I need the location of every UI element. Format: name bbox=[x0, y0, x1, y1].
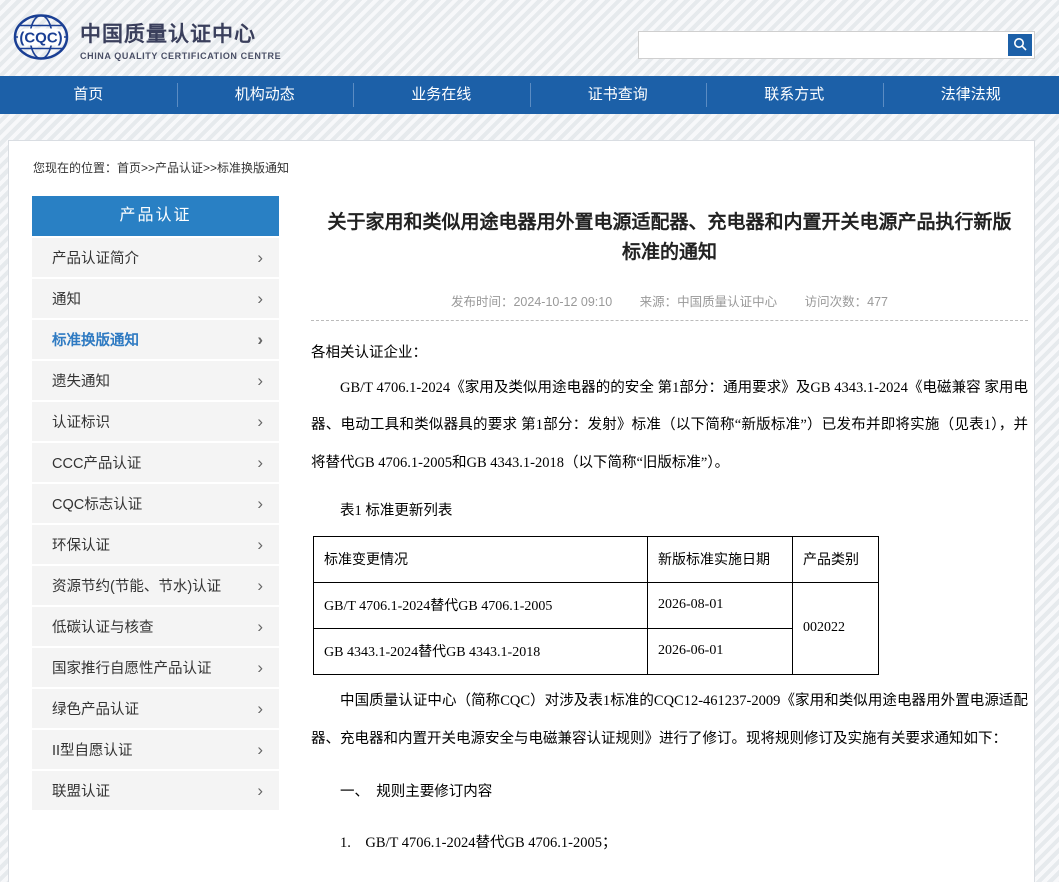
chevron-right-icon: › bbox=[257, 741, 263, 758]
sidebar-item-low-carbon[interactable]: 低碳认证与核查 › bbox=[32, 605, 279, 646]
sidebar-item-environmental[interactable]: 环保认证 › bbox=[32, 523, 279, 564]
sidebar-item-label: 认证标识 bbox=[52, 411, 110, 432]
page-title: 关于家用和类似用途电器用外置电源适配器、充电器和内置开关电源产品执行新版标准的通… bbox=[320, 208, 1020, 269]
sidebar-item-label: 绿色产品认证 bbox=[52, 698, 139, 719]
sidebar-item-certification-mark[interactable]: 认证标识 › bbox=[32, 400, 279, 441]
search-input[interactable] bbox=[643, 32, 1003, 58]
nav-item-certificate-query[interactable]: 证书查询 bbox=[530, 76, 707, 114]
section-heading-1: 一、 规则主要修订内容 bbox=[311, 780, 1028, 801]
chevron-right-icon: › bbox=[257, 782, 263, 799]
sidebar-item-label: CQC标志认证 bbox=[52, 493, 142, 514]
sidebar-item-label: CCC产品认证 bbox=[52, 452, 141, 473]
sidebar-item-label: 标准换版通知 bbox=[52, 329, 139, 350]
logo-name-cn: 中国质量认证中心 bbox=[80, 18, 281, 48]
cell-date: 2026-08-01 bbox=[648, 582, 793, 628]
sidebar-item-label: 遗失通知 bbox=[52, 370, 110, 391]
table-caption: 表1 标准更新列表 bbox=[311, 499, 1028, 520]
sidebar-item-ccc[interactable]: CCC产品认证 › bbox=[32, 441, 279, 482]
paragraph-standards-release: GB/T 4706.1-2024《家用及类似用途电器的的安全 第1部分：通用要求… bbox=[311, 370, 1028, 483]
chevron-right-icon: › bbox=[257, 290, 263, 307]
table-row: GB/T 4706.1-2024替代GB 4706.1-2005 2026-08… bbox=[314, 582, 879, 628]
header-product-category: 产品类别 bbox=[793, 536, 879, 582]
sidebar-item-type2-voluntary[interactable]: II型自愿认证 › bbox=[32, 728, 279, 769]
breadcrumb: 您现在的位置：首页>>产品认证>>标准换版通知 bbox=[33, 159, 1034, 176]
visit-count: 访问次数：477 bbox=[805, 295, 888, 309]
search-icon bbox=[1013, 37, 1027, 54]
cell-product-category: 002022 bbox=[793, 582, 879, 674]
chevron-right-icon: › bbox=[257, 372, 263, 389]
cqc-globe-icon: (CQC) bbox=[12, 13, 70, 66]
nav-item-contact[interactable]: 联系方式 bbox=[706, 76, 883, 114]
header-implementation-date: 新版标准实施日期 bbox=[648, 536, 793, 582]
header-standard-change: 标准变更情况 bbox=[314, 536, 648, 582]
article-source: 来源：中国质量认证中心 bbox=[640, 295, 778, 309]
table-header-row: 标准变更情况 新版标准实施日期 产品类别 bbox=[314, 536, 879, 582]
sidebar-item-label: 产品认证简介 bbox=[52, 247, 139, 268]
sidebar-item-label: II型自愿认证 bbox=[52, 739, 133, 760]
cell-standard-change: GB/T 4706.1-2024替代GB 4706.1-2005 bbox=[314, 582, 648, 628]
nav-item-online-business[interactable]: 业务在线 bbox=[353, 76, 530, 114]
chevron-right-icon: › bbox=[257, 700, 263, 717]
cell-date: 2026-06-01 bbox=[648, 628, 793, 674]
article-area: 关于家用和类似用途电器用外置电源适配器、充电器和内置开关电源产品执行新版标准的通… bbox=[279, 196, 1034, 882]
sidebar-item-label: 联盟认证 bbox=[52, 780, 110, 801]
sidebar-item-intro[interactable]: 产品认证简介 › bbox=[32, 236, 279, 277]
sidebar-title: 产品认证 bbox=[32, 196, 279, 236]
salutation: 各相关认证企业： bbox=[311, 341, 1028, 362]
chevron-right-icon: › bbox=[257, 495, 263, 512]
article-body: 各相关认证企业： GB/T 4706.1-2024《家用及类似用途电器的的安全 … bbox=[311, 341, 1028, 882]
site-logo[interactable]: (CQC) 中国质量认证中心 CHINA QUALITY CERTIFICATI… bbox=[12, 13, 281, 66]
chevron-right-icon: › bbox=[257, 577, 263, 594]
sidebar-item-resource-saving[interactable]: 资源节约(节能、节水)认证 › bbox=[32, 564, 279, 605]
sidebar-item-loss-notice[interactable]: 遗失通知 › bbox=[32, 359, 279, 400]
main-nav: 首页 机构动态 业务在线 证书查询 联系方式 法律法规 bbox=[0, 76, 1059, 114]
sidebar-item-standard-change-notice[interactable]: 标准换版通知 › bbox=[32, 318, 279, 359]
sidebar-item-label: 环保认证 bbox=[52, 534, 110, 555]
article-meta: 发布时间：2024-10-12 09:10 来源：中国质量认证中心 访问次数：4… bbox=[311, 291, 1028, 321]
paragraph-rule-revision: 中国质量认证中心（简称CQC）对涉及表1标准的CQC12-461237-2009… bbox=[311, 683, 1028, 758]
logo-name-en: CHINA QUALITY CERTIFICATION CENTRE bbox=[80, 51, 281, 61]
sidebar-item-cqc-mark[interactable]: CQC标志认证 › bbox=[32, 482, 279, 523]
sidebar-item-label: 国家推行自愿性产品认证 bbox=[52, 657, 212, 678]
chevron-right-icon: › bbox=[257, 331, 263, 348]
chevron-right-icon: › bbox=[257, 454, 263, 471]
nav-item-home[interactable]: 首页 bbox=[0, 76, 177, 114]
sidebar-item-national-voluntary[interactable]: 国家推行自愿性产品认证 › bbox=[32, 646, 279, 687]
search-button[interactable] bbox=[1008, 34, 1032, 56]
logo-names: 中国质量认证中心 CHINA QUALITY CERTIFICATION CEN… bbox=[80, 18, 281, 61]
cell-standard-change: GB 4343.1-2024替代GB 4343.1-2018 bbox=[314, 628, 648, 674]
chevron-right-icon: › bbox=[257, 249, 263, 266]
chevron-right-icon: › bbox=[257, 618, 263, 635]
search-box bbox=[638, 31, 1035, 59]
sidebar-product-certification: 产品认证 产品认证简介 › 通知 › 标准换版通知 › 遗失通知 › 认证标识 … bbox=[32, 196, 279, 882]
svg-text:(CQC): (CQC) bbox=[19, 30, 62, 47]
chevron-right-icon: › bbox=[257, 659, 263, 676]
standards-update-table: 标准变更情况 新版标准实施日期 产品类别 GB/T 4706.1-2024替代G… bbox=[313, 536, 879, 675]
chevron-right-icon: › bbox=[257, 413, 263, 430]
nav-item-laws[interactable]: 法律法规 bbox=[883, 76, 1059, 114]
sidebar-item-label: 通知 bbox=[52, 288, 81, 309]
list-item-1: 1. GB/T 4706.1-2024替代GB 4706.1-2005； bbox=[311, 831, 1028, 852]
sidebar-item-label: 资源节约(节能、节水)认证 bbox=[52, 575, 221, 596]
content-panel: 您现在的位置：首页>>产品认证>>标准换版通知 产品认证 产品认证简介 › 通知… bbox=[8, 140, 1035, 882]
sidebar-item-alliance[interactable]: 联盟认证 › bbox=[32, 769, 279, 810]
sidebar-item-notice[interactable]: 通知 › bbox=[32, 277, 279, 318]
publish-time: 发布时间：2024-10-12 09:10 bbox=[451, 295, 612, 309]
sidebar-item-label: 低碳认证与核查 bbox=[52, 616, 154, 637]
nav-item-news[interactable]: 机构动态 bbox=[177, 76, 354, 114]
chevron-right-icon: › bbox=[257, 536, 263, 553]
site-header: (CQC) 中国质量认证中心 CHINA QUALITY CERTIFICATI… bbox=[0, 0, 1059, 76]
sidebar-item-green-product[interactable]: 绿色产品认证 › bbox=[32, 687, 279, 728]
